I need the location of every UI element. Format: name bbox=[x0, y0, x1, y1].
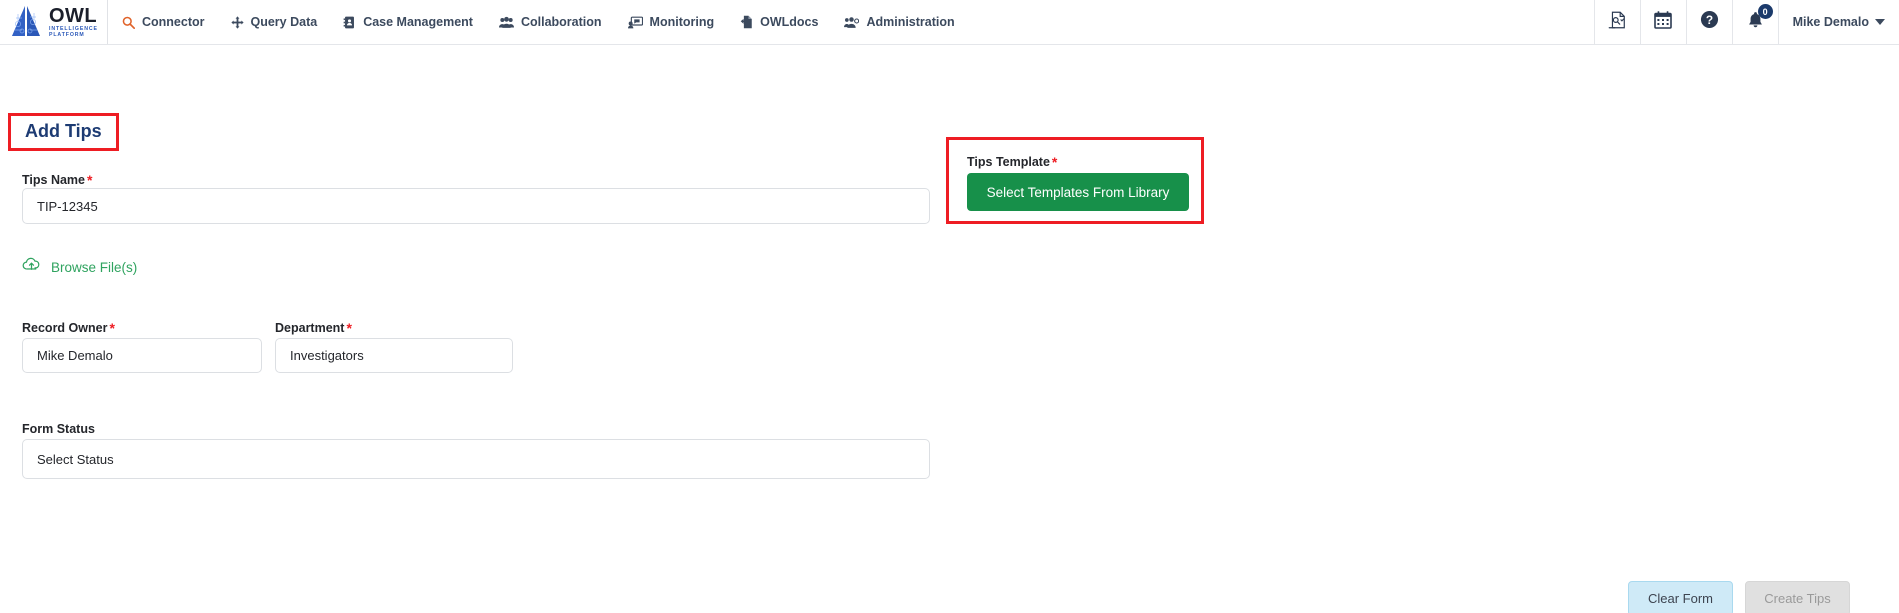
required-asterisk: * bbox=[346, 320, 352, 336]
required-asterisk: * bbox=[1051, 154, 1058, 170]
add-tips-page: Add Tips Tips Name* Browse File(s) Tips … bbox=[0, 45, 1899, 613]
search-icon bbox=[122, 16, 135, 29]
tips-template-label-text: Tips Template bbox=[967, 155, 1050, 169]
notification-badge: 0 bbox=[1757, 4, 1773, 19]
brand-tagline-2: PLATFORM bbox=[49, 32, 85, 38]
calendar-icon bbox=[1654, 10, 1672, 34]
nav-label-case-management: Case Management bbox=[363, 15, 473, 29]
owl-mountain-logo-icon bbox=[12, 6, 40, 36]
nav-right-actions: ? 0 Mike Demalo bbox=[1593, 0, 1899, 44]
nav-item-administration[interactable]: Administration bbox=[844, 15, 955, 29]
tips-template-annotation: Tips Template * Select Templates From Lib… bbox=[946, 137, 1204, 224]
browse-files-label: Browse File(s) bbox=[51, 259, 138, 275]
record-owner-label-text: Record Owner bbox=[22, 321, 108, 335]
nav-item-query-data[interactable]: Query Data bbox=[230, 15, 318, 29]
help-icon-button[interactable]: ? bbox=[1685, 0, 1732, 44]
nav-label-monitoring: Monitoring bbox=[649, 15, 715, 29]
department-select[interactable]: Investigators bbox=[275, 338, 513, 373]
tips-name-label: Tips Name * bbox=[22, 173, 92, 187]
notifications-button[interactable]: 0 bbox=[1731, 0, 1778, 44]
create-tips-button: Create Tips bbox=[1745, 581, 1850, 613]
nav-item-case-management[interactable]: Case Management bbox=[343, 15, 473, 29]
browse-files-button[interactable]: Browse File(s) bbox=[22, 257, 137, 277]
user-name-label: Mike Demalo bbox=[1792, 15, 1869, 29]
page-title: Add Tips bbox=[25, 121, 102, 141]
user-menu[interactable]: Mike Demalo bbox=[1777, 0, 1899, 44]
case-file-icon bbox=[343, 16, 356, 29]
main-nav-items: Connector Query Data Case Management Col… bbox=[122, 15, 955, 29]
cloud-upload-icon bbox=[22, 257, 41, 277]
admin-users-icon bbox=[844, 16, 860, 29]
nav-label-administration: Administration bbox=[866, 15, 955, 29]
help-circle-icon: ? bbox=[1700, 10, 1719, 34]
form-action-buttons: Clear Form Create Tips bbox=[1628, 581, 1850, 613]
nav-item-owldocs[interactable]: OWLdocs bbox=[740, 15, 818, 29]
people-group-icon bbox=[498, 16, 514, 29]
nav-label-collaboration: Collaboration bbox=[520, 15, 602, 29]
add-tips-title-annotation: Add Tips bbox=[8, 113, 119, 151]
nav-label-owldocs: OWLdocs bbox=[760, 15, 819, 29]
chevron-down-icon bbox=[1875, 19, 1885, 25]
tips-name-input[interactable] bbox=[22, 188, 930, 224]
monitor-screen-icon bbox=[627, 16, 643, 29]
clear-form-button[interactable]: Clear Form bbox=[1628, 581, 1733, 613]
required-asterisk: * bbox=[109, 320, 115, 336]
nav-item-collaboration[interactable]: Collaboration bbox=[498, 15, 602, 29]
svg-text:?: ? bbox=[1705, 13, 1712, 27]
audit-report-icon-button[interactable] bbox=[1593, 0, 1640, 44]
record-owner-label: Record Owner * bbox=[22, 321, 115, 335]
tips-name-label-text: Tips Name bbox=[22, 173, 85, 187]
nav-item-monitoring[interactable]: Monitoring bbox=[627, 15, 715, 29]
record-owner-select[interactable]: Mike Demalo bbox=[22, 338, 262, 373]
nav-label-query-data: Query Data bbox=[250, 15, 318, 29]
audit-report-icon bbox=[1607, 10, 1627, 35]
form-status-select[interactable]: Select Status bbox=[22, 439, 930, 479]
top-navigation-bar: OWL INTELLIGENCE PLATFORM Connector Quer… bbox=[0, 0, 1899, 45]
brand-logo[interactable]: OWL INTELLIGENCE PLATFORM bbox=[0, 0, 108, 44]
tips-template-label: Tips Template * bbox=[967, 155, 1057, 169]
document-share-icon bbox=[740, 15, 753, 29]
department-label: Department * bbox=[275, 321, 352, 335]
nav-item-connector[interactable]: Connector bbox=[122, 15, 205, 29]
calendar-icon-button[interactable] bbox=[1639, 0, 1686, 44]
brand-name: OWL bbox=[49, 4, 98, 27]
department-label-text: Department bbox=[275, 321, 345, 335]
nav-label-connector: Connector bbox=[142, 15, 205, 29]
form-status-label: Form Status bbox=[22, 422, 95, 436]
move-arrows-icon bbox=[230, 15, 244, 29]
required-asterisk: * bbox=[87, 172, 93, 188]
select-templates-from-library-button[interactable]: Select Templates From Library bbox=[967, 173, 1189, 211]
